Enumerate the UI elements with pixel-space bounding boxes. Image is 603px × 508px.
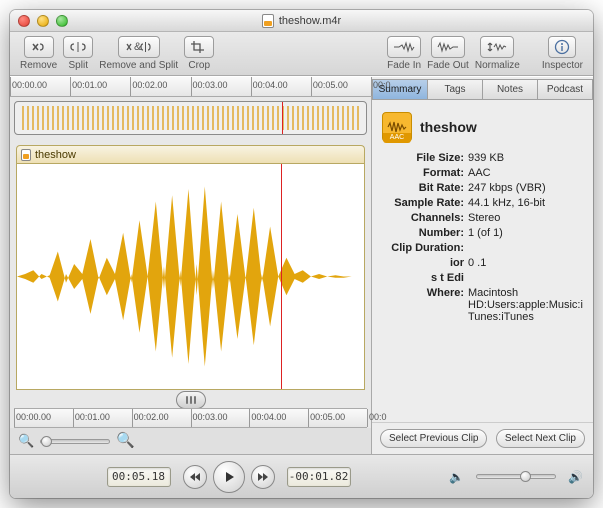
timeline-ruler-top[interactable]: 00:00.0000:01.0000:02.0000:03.0000:04.00… — [10, 77, 371, 97]
meta-value — [468, 242, 583, 254]
normalize-button[interactable]: Normalize — [475, 36, 520, 71]
volume-slider[interactable] — [476, 474, 556, 479]
playhead-overview[interactable] — [282, 102, 283, 134]
zoom-knob[interactable] — [41, 436, 52, 447]
meta-key: Clip Duration: — [382, 242, 464, 254]
content-area: 00:00.0000:01.0000:02.0000:03.0000:04.00… — [10, 76, 593, 454]
tab-podcast[interactable]: Podcast — [537, 79, 593, 99]
inspector-pane: SummaryTagsNotesPodcast AAC theshow File… — [371, 77, 593, 454]
select-next-clip-button[interactable]: Select Next Clip — [496, 429, 585, 448]
remove-button[interactable]: Remove — [20, 36, 57, 71]
meta-value: 247 kbps (VBR) — [468, 182, 583, 194]
zoom-controls: 🔍 🔍 — [10, 428, 371, 454]
select-previous-clip-button[interactable]: Select Previous Clip — [380, 429, 487, 448]
meta-key: Where: — [382, 287, 464, 323]
window-title: theshow.m4r — [10, 14, 593, 28]
clip-resize-grip[interactable] — [176, 391, 206, 409]
meta-value: AAC — [468, 167, 583, 179]
zoom-slider[interactable] — [40, 439, 110, 444]
fade-out-icon — [431, 36, 465, 58]
titlebar: theshow.m4r — [10, 10, 593, 32]
meta-key: Sample Rate: — [382, 197, 464, 209]
meta-key: Number: — [382, 227, 464, 239]
timeline-ruler-bottom[interactable]: 00:00.0000:01.0000:02.0000:03.0000:04.00… — [14, 408, 367, 428]
rewind-button[interactable] — [183, 465, 207, 489]
playhead-main[interactable] — [281, 164, 282, 389]
inspector-tabs: SummaryTagsNotesPodcast — [372, 79, 593, 100]
summary-panel: AAC theshow File Size: 939 KB Format: AAC Bi… — [372, 100, 593, 331]
tab-tags[interactable]: Tags — [427, 79, 483, 99]
meta-value — [468, 272, 583, 284]
meta-value: Stereo — [468, 212, 583, 224]
volume-low-icon: 🔈 — [449, 470, 464, 484]
meta-key: Channels: — [382, 212, 464, 224]
fade-in-icon — [387, 36, 421, 58]
forward-button[interactable] — [251, 465, 275, 489]
inspector-title: theshow — [420, 119, 477, 135]
volume-high-icon: 🔊 — [568, 470, 583, 484]
meta-value: 1 (of 1) — [468, 227, 583, 239]
normalize-icon — [480, 36, 514, 58]
meta-value: Macintosh HD:Users:apple:Music:iTunes:iT… — [468, 287, 583, 323]
zoom-out-icon[interactable]: 🔍 — [18, 433, 34, 449]
meta-value: 0 .1 — [468, 257, 583, 269]
meta-key: Format: — [382, 167, 464, 179]
tab-notes[interactable]: Notes — [482, 79, 538, 99]
transport-bar: 00:05.18 -00:01.82 🔈 🔊 — [10, 454, 593, 498]
remove-and-split-button[interactable]: & Remove and Split — [99, 36, 178, 71]
position-display: 00:05.18 — [107, 467, 171, 487]
volume-knob[interactable] — [520, 471, 531, 482]
meta-key: ior — [382, 257, 464, 269]
overview-waveform[interactable] — [14, 101, 367, 135]
clip-nav-buttons: Select Previous Clip Select Next Clip — [372, 422, 593, 454]
clip-doc-icon — [21, 149, 31, 161]
toolbar: Remove Split & Remove and Split Crop Fad… — [10, 32, 593, 76]
meta-value: 939 KB — [468, 152, 583, 164]
info-icon — [548, 36, 576, 58]
fade-out-button[interactable]: Fade Out — [427, 36, 469, 71]
clip-title: theshow — [35, 149, 76, 161]
split-button[interactable]: Split — [63, 36, 93, 71]
remaining-display: -00:01.82 — [287, 467, 351, 487]
meta-key: s t Edi — [382, 272, 464, 284]
play-button[interactable] — [213, 461, 245, 493]
clip-lane: theshow — [16, 145, 365, 400]
app-window: theshow.m4r Remove Split & Remove and Sp… — [10, 10, 593, 498]
meta-key: File Size: — [382, 152, 464, 164]
waveform-area[interactable] — [16, 163, 365, 390]
fade-in-button[interactable]: Fade In — [387, 36, 421, 71]
waveform-icon — [17, 164, 364, 389]
editor-pane: 00:00.0000:01.0000:02.0000:03.0000:04.00… — [10, 77, 371, 454]
zoom-in-icon[interactable]: 🔍 — [116, 433, 132, 449]
meta-value: 44.1 kHz, 16-bit — [468, 197, 583, 209]
document-icon — [262, 14, 274, 28]
metadata-list: File Size: 939 KB Format: AAC Bit Rate: 247 k… — [382, 152, 583, 323]
inspector-button[interactable]: Inspector — [542, 36, 583, 71]
window-title-text: theshow.m4r — [279, 15, 341, 27]
format-aac-icon: AAC — [382, 112, 412, 142]
meta-key: Bit Rate: — [382, 182, 464, 194]
clip-header[interactable]: theshow — [16, 145, 365, 163]
crop-button[interactable]: Crop — [184, 36, 214, 71]
